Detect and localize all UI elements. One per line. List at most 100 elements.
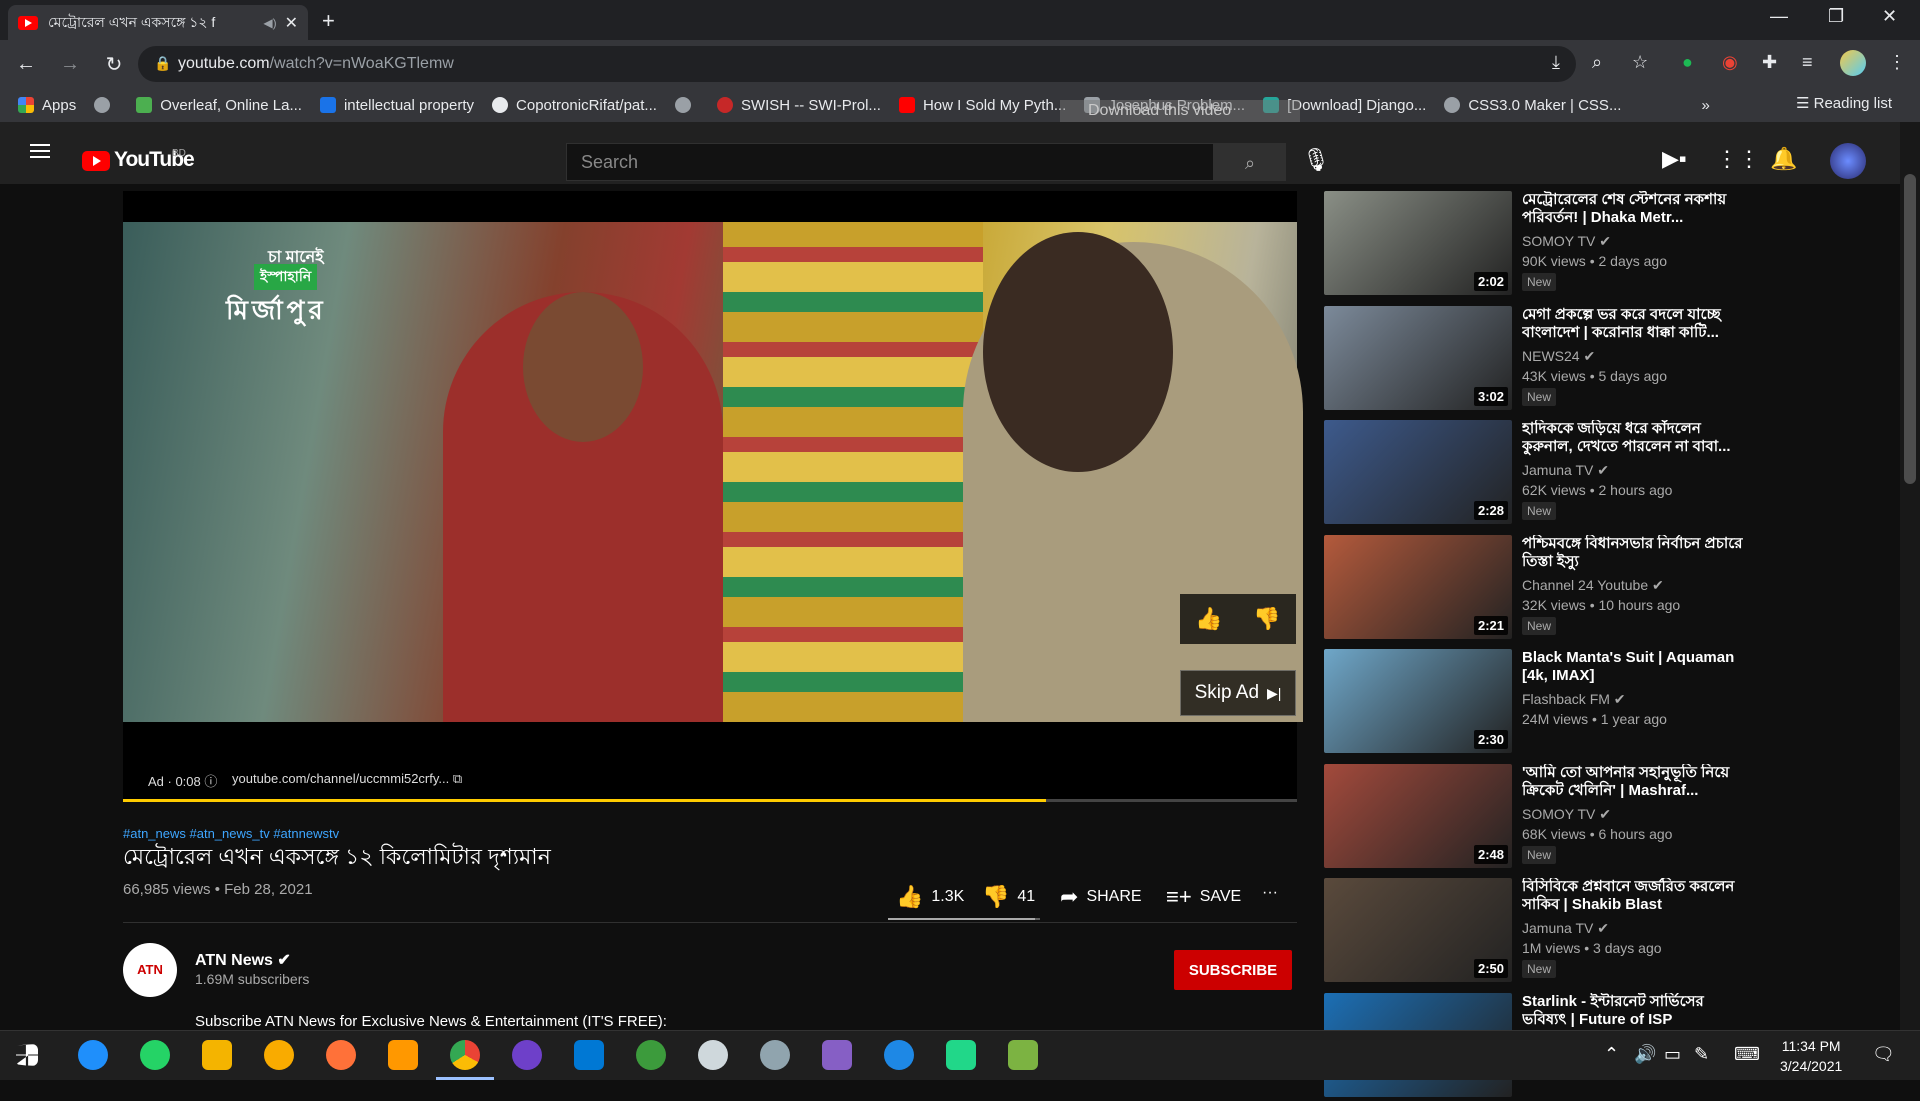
- skip-ad-button[interactable]: Skip Ad ▶|: [1180, 670, 1296, 716]
- file-explorer-icon[interactable]: [202, 1040, 232, 1070]
- recommended-video[interactable]: 2:21 পশ্চিমবঙ্গে বিধানসভার নির্বাচন প্রচা…: [1324, 534, 1754, 643]
- bookmark-overleaf[interactable]: Overleaf, Online La...: [136, 97, 302, 114]
- download-video-overlay[interactable]: Download this video: [1060, 100, 1300, 122]
- profile-avatar[interactable]: [1840, 50, 1866, 76]
- volume-icon[interactable]: 🔊: [1634, 1044, 1656, 1065]
- video-thumbnail[interactable]: 2:21: [1324, 534, 1512, 639]
- bookmark-css-maker[interactable]: CSS3.0 Maker | CSS...: [1444, 97, 1621, 114]
- bookmark-globe-2[interactable]: [674, 97, 699, 113]
- recommended-video[interactable]: 3:02 মেগা প্রকল্পে ভর করে বদলে যাচ্ছে বাং…: [1324, 305, 1754, 414]
- recommended-title[interactable]: 'আমি তো আপনার সহানুভূতি নিয়ে ক্রিকেট খে…: [1522, 764, 1752, 800]
- apps-icon[interactable]: ⋮⋮: [1716, 146, 1760, 172]
- messenger-icon[interactable]: [884, 1040, 914, 1070]
- search-input[interactable]: Search: [566, 143, 1214, 181]
- voice-search-icon[interactable]: 🎙: [1302, 147, 1330, 173]
- account-avatar[interactable]: [1830, 143, 1866, 179]
- network-icon[interactable]: ▭: [1664, 1044, 1681, 1065]
- pycharm-icon[interactable]: [946, 1040, 976, 1070]
- extension-icon[interactable]: ◉: [1722, 52, 1738, 73]
- video-thumbnail[interactable]: 2:30: [1324, 649, 1512, 753]
- recommended-title[interactable]: বিসিবিকে প্রশ্নবানে জর্জরিত করলেন সাকিব …: [1522, 878, 1752, 914]
- recommended-video[interactable]: 2:30 Black Manta's Suit | Aquaman [4k, IM…: [1324, 649, 1754, 757]
- notepad-icon[interactable]: [1008, 1040, 1038, 1070]
- subscribe-button[interactable]: SUBSCRIBE: [1174, 950, 1292, 990]
- hashtags[interactable]: #atn_news #atn_news_tv #atnnewstv: [123, 826, 339, 841]
- recommended-title[interactable]: মেগা প্রকল্পে ভর করে বদলে যাচ্ছে বাংলাদে…: [1522, 306, 1752, 342]
- firefox-icon[interactable]: [326, 1040, 356, 1070]
- media-queue-icon[interactable]: ≡: [1802, 52, 1813, 73]
- save-button[interactable]: ≡+ SAVE: [1166, 884, 1241, 910]
- bookmark-github[interactable]: CopotronicRifat/pat...: [492, 97, 657, 114]
- chrome-icon[interactable]: [450, 1040, 480, 1070]
- recommended-title[interactable]: মেট্রোরেলের শেষ স্টেশনের নকশায় পরিবর্তন…: [1522, 191, 1752, 227]
- zoom-icon[interactable]: ⌕: [1592, 52, 1602, 73]
- ad-url-link[interactable]: youtube.com/channel/uccmmi52crfy... ⧉: [232, 771, 462, 787]
- dislike-button[interactable]: 👎 41: [982, 884, 1035, 910]
- bookmark-youtube[interactable]: How I Sold My Pyth...: [898, 97, 1066, 114]
- bookmark-star-icon[interactable]: ☆: [1632, 52, 1648, 73]
- vscode-icon[interactable]: [574, 1040, 604, 1070]
- create-video-icon[interactable]: ▶▪: [1662, 146, 1687, 172]
- bookmark-intellectual-property[interactable]: intellectual property: [319, 97, 474, 114]
- recommended-video[interactable]: 2:28 হাদিককে জড়িয়ে ধরে কাঁদলেন কুরুনাল,…: [1324, 420, 1754, 528]
- network-app-icon[interactable]: [636, 1040, 666, 1070]
- notifications-bell-icon[interactable]: 🔔: [1770, 146, 1797, 172]
- extensions-puzzle-icon[interactable]: ✚: [1762, 52, 1777, 73]
- ad-info[interactable]: Ad · 0:08 ⓘ: [148, 771, 217, 790]
- minimize-icon[interactable]: —: [1770, 6, 1788, 27]
- video-thumbnail[interactable]: 2:28: [1324, 420, 1512, 524]
- bookmark-globe[interactable]: [94, 97, 118, 113]
- speaker-icon[interactable]: ◀): [263, 16, 276, 30]
- hamburger-menu-icon[interactable]: [30, 150, 50, 152]
- thumbs-up-icon[interactable]: 👍: [1195, 606, 1222, 632]
- like-button[interactable]: 👍 1.3K: [896, 884, 964, 910]
- thumbs-down-icon[interactable]: 👎: [1253, 606, 1280, 632]
- scrollbar-thumb[interactable]: [1904, 174, 1916, 484]
- new-tab-icon[interactable]: +: [322, 8, 335, 34]
- lock-icon[interactable]: 🔒: [154, 55, 171, 72]
- grammarly-extension-icon[interactable]: ●: [1682, 52, 1693, 73]
- pen-icon[interactable]: ✎: [1694, 1044, 1709, 1065]
- browser-tab[interactable]: মেট্রোরেল এখন একসঙ্গে ১২ f ◀) ✕: [8, 5, 308, 40]
- video-thumbnail[interactable]: 3:02: [1324, 305, 1512, 410]
- sublime-icon[interactable]: [388, 1040, 418, 1070]
- close-window-icon[interactable]: ✕: [1882, 6, 1897, 27]
- search-app-icon[interactable]: [78, 1040, 108, 1070]
- channel-name[interactable]: ATN News ✔: [195, 950, 291, 970]
- recommended-video[interactable]: 2:48 'আমি তো আপনার সহানুভূতি নিয়ে ক্রিকে…: [1324, 763, 1754, 872]
- address-bar[interactable]: 🔒 youtube.com/watch?v=nWoaKGTlemw: [138, 46, 1576, 82]
- notifications-icon[interactable]: 🗨: [1872, 1044, 1895, 1065]
- install-icon[interactable]: ⤓: [1552, 52, 1560, 73]
- more-bookmarks-icon[interactable]: »: [1701, 97, 1709, 114]
- page-scrollbar[interactable]: [1900, 122, 1920, 1030]
- back-icon[interactable]: ←: [8, 53, 44, 76]
- show-hidden-icons[interactable]: ⌃: [1604, 1044, 1619, 1065]
- search-button[interactable]: ⌕: [1214, 143, 1286, 181]
- recommended-title[interactable]: পশ্চিমবঙ্গে বিধানসভার নির্বাচন প্রচারে ত…: [1522, 535, 1752, 571]
- github-desktop-icon[interactable]: [512, 1040, 542, 1070]
- keyboard-icon[interactable]: ⌨: [1734, 1044, 1760, 1065]
- video-thumbnail[interactable]: 2:48: [1324, 763, 1512, 868]
- reload-icon[interactable]: ↻: [96, 52, 132, 77]
- recommended-title[interactable]: Starlink - ইন্টারনেট সার্ভিসের ভবিষ্যৎ |…: [1522, 993, 1752, 1029]
- recommended-video[interactable]: 2:02 মেট্রোরেলের শেষ স্টেশনের নকশায় পরিব…: [1324, 191, 1754, 299]
- video-thumbnail[interactable]: 2:50: [1324, 878, 1512, 982]
- menu-icon[interactable]: ⋮: [1888, 52, 1906, 73]
- app-icon[interactable]: [698, 1040, 728, 1070]
- system-clock[interactable]: 11:34 PM 3/24/2021: [1780, 1036, 1842, 1076]
- close-tab-icon[interactable]: ✕: [285, 13, 298, 33]
- bookmark-swish[interactable]: SWISH -- SWI-Prol...: [716, 97, 881, 114]
- video-thumbnail[interactable]: 2:02: [1324, 191, 1512, 295]
- forward-icon[interactable]: →: [52, 53, 88, 76]
- share-button[interactable]: ➦ SHARE: [1060, 884, 1142, 910]
- whatsapp-icon[interactable]: [140, 1040, 170, 1070]
- inkscape-icon[interactable]: [760, 1040, 790, 1070]
- channel-avatar[interactable]: ATN: [123, 943, 177, 997]
- visual-studio-icon[interactable]: [822, 1040, 852, 1070]
- recommended-video[interactable]: 2:50 বিসিবিকে প্রশ্নবানে জর্জরিত করলেন সা…: [1324, 878, 1754, 986]
- youtube-logo-icon[interactable]: [82, 151, 110, 171]
- reading-list-button[interactable]: ☰ Reading list: [1796, 94, 1892, 112]
- more-actions-icon[interactable]: ···: [1262, 884, 1278, 902]
- recommended-title[interactable]: Black Manta's Suit | Aquaman [4k, IMAX]: [1522, 649, 1752, 685]
- norton-icon[interactable]: [264, 1040, 294, 1070]
